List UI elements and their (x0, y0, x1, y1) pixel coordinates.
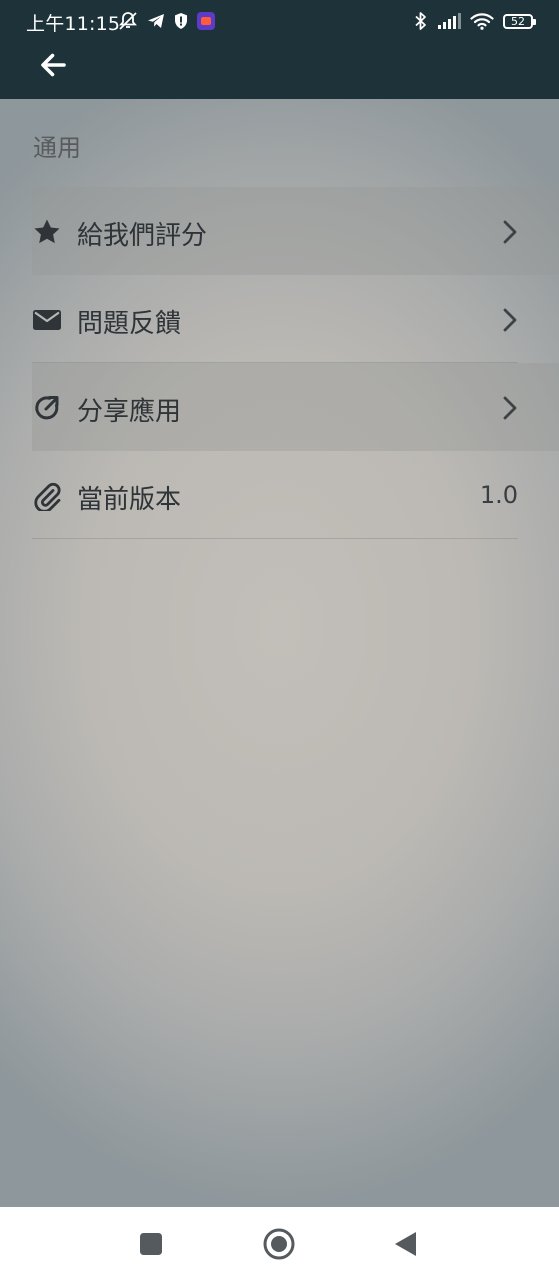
chevron-right-icon (499, 218, 521, 246)
status-left-icons (117, 9, 215, 33)
battery-icon: 52 (503, 13, 536, 29)
paperclip-icon (32, 481, 62, 513)
system-back-button[interactable] (388, 1227, 422, 1261)
home-button[interactable] (262, 1227, 296, 1261)
chevron-right-icon (499, 394, 521, 422)
app-background (0, 0, 559, 1207)
version-value: 1.0 (479, 481, 518, 509)
back-button[interactable] (34, 47, 74, 83)
feedback-label: 問題反饋 (77, 309, 182, 339)
telegram-icon (147, 12, 165, 30)
recents-button[interactable] (134, 1227, 168, 1261)
top-app-bar: 上午11:15 52 (0, 0, 559, 99)
wifi-icon (470, 12, 494, 30)
share-app-label: 分享應用 (77, 397, 182, 427)
status-time: 上午11:15 (26, 13, 121, 35)
chevron-right-icon (499, 306, 521, 334)
mute-icon (117, 11, 139, 31)
mail-icon (32, 305, 62, 335)
system-nav-bar (0, 1207, 559, 1280)
feedback-item[interactable]: 問題反饋 (0, 275, 559, 363)
home-circle-icon (263, 1228, 295, 1260)
status-bar: 上午11:15 52 (0, 0, 559, 42)
back-triangle-icon (395, 1232, 416, 1256)
recents-square-icon (140, 1233, 162, 1255)
signal-icon (437, 13, 461, 29)
version-label: 當前版本 (77, 485, 182, 515)
star-icon (32, 217, 62, 247)
bluetooth-icon (414, 11, 428, 31)
divider (32, 538, 518, 539)
settings-list: 給我們評分 問題反饋 分享應用 當前版本 1.0 (0, 187, 559, 539)
rate-us-item[interactable]: 給我們評分 (0, 187, 559, 275)
share-icon (32, 393, 62, 423)
arrow-left-icon (41, 53, 66, 77)
status-right-icons: 52 (414, 9, 536, 33)
shield-icon (173, 12, 189, 30)
section-title: 通用 (33, 134, 81, 162)
app-icon (197, 12, 215, 30)
share-app-item[interactable]: 分享應用 (0, 363, 559, 451)
version-item: 當前版本 1.0 (0, 451, 559, 539)
rate-us-label: 給我們評分 (77, 221, 208, 251)
